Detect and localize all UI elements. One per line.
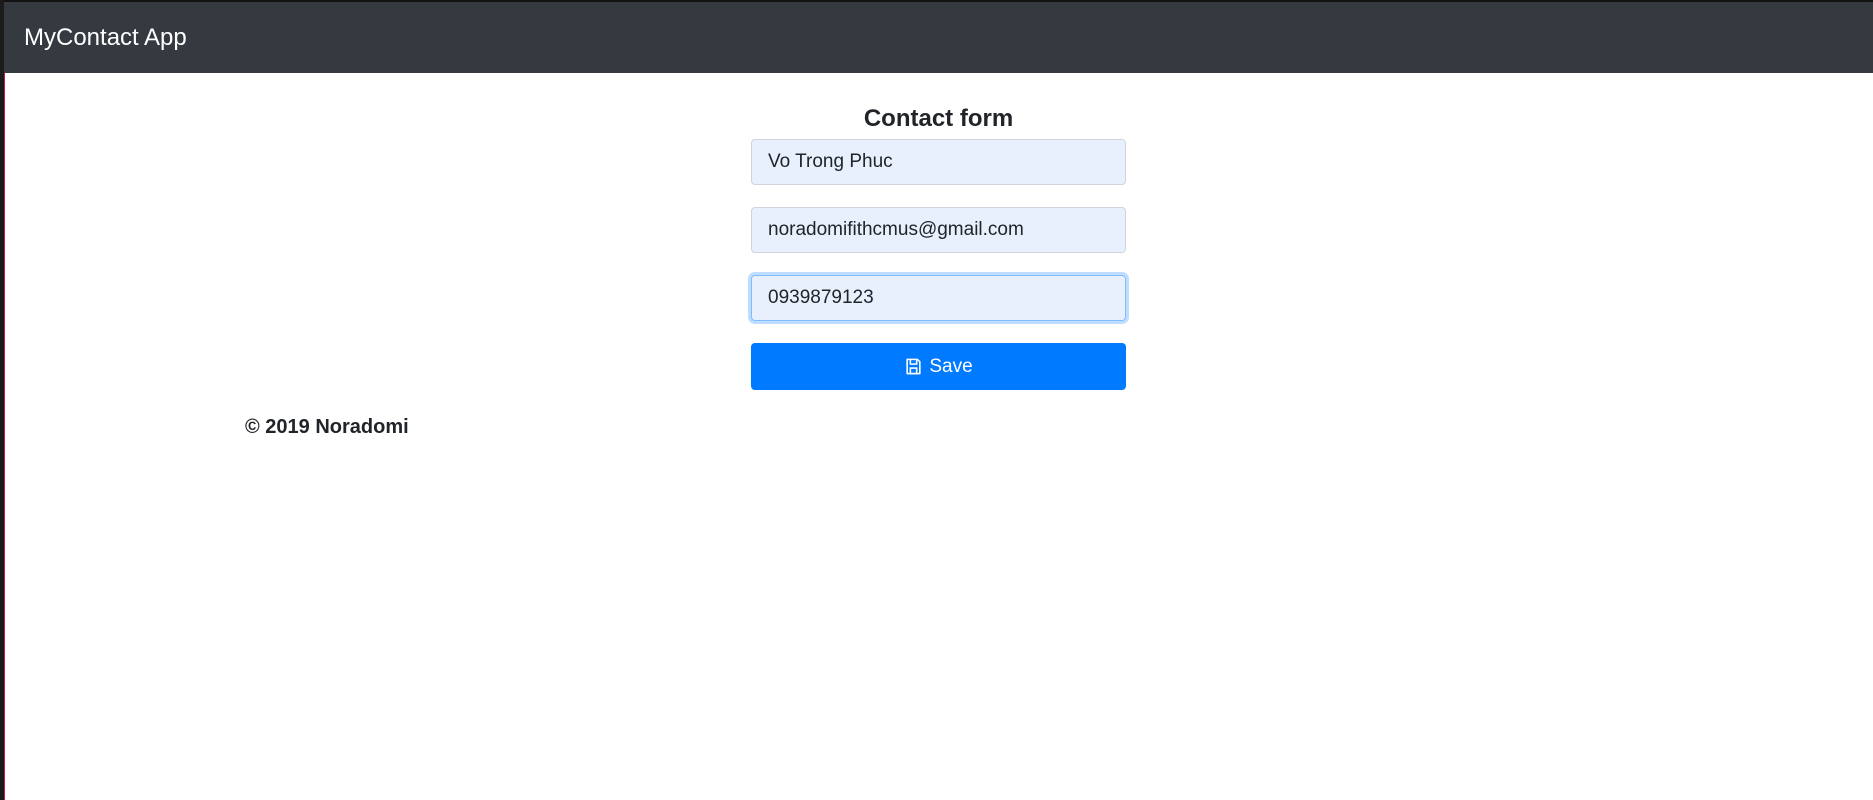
copyright-footer: © 2019 Noradomi xyxy=(245,416,409,438)
save-button[interactable]: Save xyxy=(751,343,1126,390)
phone-input[interactable] xyxy=(751,275,1126,321)
floppy-disk-icon xyxy=(904,357,923,376)
save-button-label: Save xyxy=(929,355,973,377)
window-accent-line xyxy=(4,73,5,800)
top-navbar: MyContact App xyxy=(4,2,1873,73)
name-input[interactable] xyxy=(751,139,1126,185)
contact-form-container: Contact form Save xyxy=(751,103,1126,390)
contact-form-title: Contact form xyxy=(863,105,1014,132)
email-input[interactable] xyxy=(751,207,1126,253)
app-brand-link[interactable]: MyContact App xyxy=(24,25,187,50)
